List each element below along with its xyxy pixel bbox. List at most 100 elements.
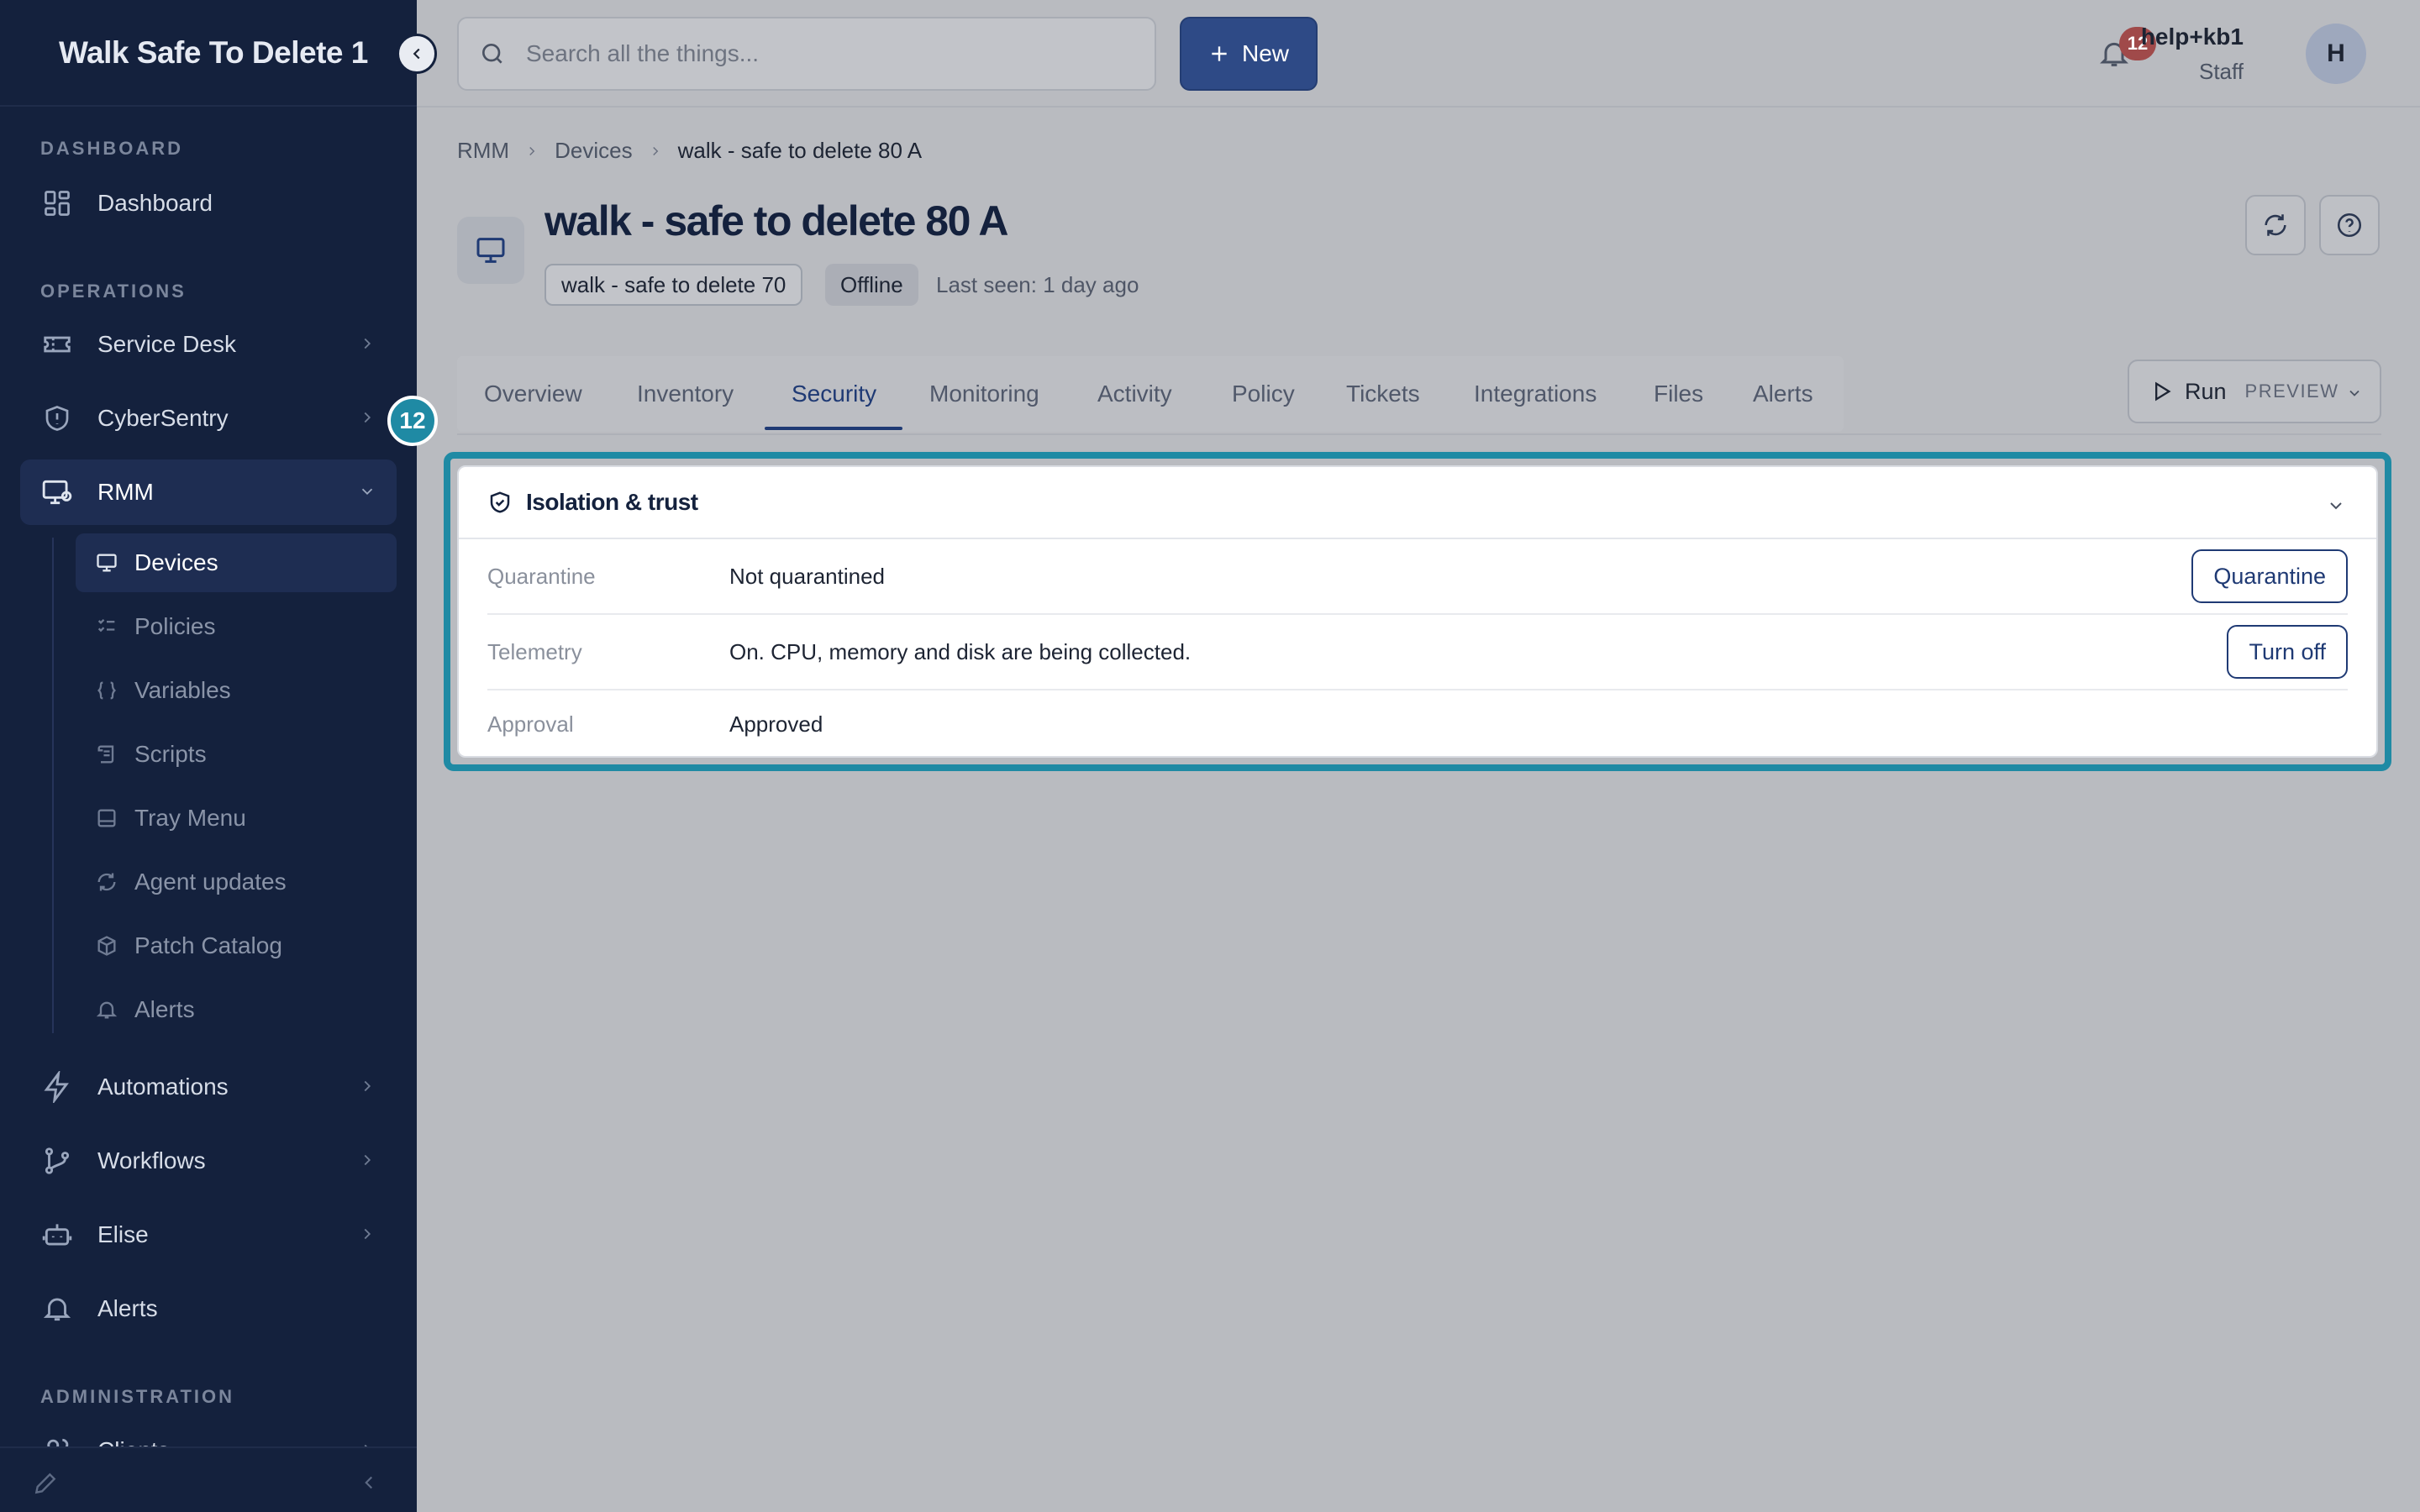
tab-security[interactable]: Security — [765, 356, 903, 432]
scroll-icon — [94, 742, 119, 767]
sidebar-subitem-label: Tray Menu — [134, 805, 246, 831]
tab-bar: Overview Inventory Security Monitoring A… — [457, 356, 1844, 432]
sidebar-subitem-tray-menu[interactable]: Tray Menu — [76, 789, 397, 848]
help-button[interactable] — [2319, 195, 2380, 255]
chevron-right-icon — [358, 1225, 376, 1243]
tab-activity[interactable]: Activity — [1071, 356, 1199, 432]
new-button[interactable]: New — [1180, 17, 1318, 91]
avatar[interactable]: H — [2306, 24, 2366, 84]
lightning-icon — [40, 1070, 74, 1104]
sidebar-item-label: Alerts — [97, 1295, 158, 1321]
chevron-right-icon — [358, 334, 376, 353]
workspace-name: Walk Safe To Delete 1 — [59, 34, 368, 70]
pencil-icon[interactable] — [32, 1470, 59, 1497]
plus-icon — [1208, 43, 1230, 65]
tab-alerts[interactable]: Alerts — [1726, 356, 1840, 432]
monitor-icon — [474, 234, 508, 267]
monitor-settings-icon — [40, 475, 74, 509]
sidebar: Walk Safe To Delete 1 DASHBOARD Dashboar… — [0, 0, 417, 1512]
sidebar-item-label: CyberSentry — [97, 405, 229, 431]
submenu-guide — [52, 538, 54, 1033]
sidebar-subitem-agent-updates[interactable]: Agent updates — [76, 853, 397, 911]
braces-icon — [94, 678, 119, 703]
active-tab-indicator — [765, 427, 902, 430]
collapse-sidebar-icon[interactable] — [358, 1472, 380, 1494]
chevron-right-icon — [358, 1077, 376, 1095]
user-role: Staff — [2198, 59, 2244, 84]
bell-icon — [40, 1292, 74, 1326]
sidebar-subitem-label: Scripts — [134, 741, 207, 767]
device-type-icon — [457, 217, 524, 284]
new-button-label: New — [1241, 40, 1289, 66]
topbar: New 12 help+kb1 Staff H — [417, 0, 2420, 108]
sidebar-item-dashboard[interactable]: Dashboard — [20, 171, 397, 236]
breadcrumb: RMM Devices walk - safe to delete 80 A — [457, 138, 922, 164]
checklist-icon — [94, 614, 119, 639]
tab-tickets[interactable]: Tickets — [1319, 356, 1447, 432]
section-operations: OPERATIONS — [40, 281, 187, 302]
sidebar-footer — [0, 1446, 417, 1512]
tab-overview[interactable]: Overview — [457, 356, 609, 432]
last-seen-text: Last seen: 1 day ago — [936, 272, 1139, 297]
sidebar-subitem-devices[interactable]: Devices — [76, 533, 397, 592]
highlight-ring — [444, 452, 2391, 771]
package-icon — [94, 933, 119, 958]
sidebar-subitem-label: Patch Catalog — [134, 932, 282, 958]
play-icon — [2149, 380, 2173, 403]
tab-integrations[interactable]: Integrations — [1447, 356, 1623, 432]
sidebar-subitem-alerts[interactable]: Alerts — [76, 980, 397, 1039]
grid-icon — [40, 186, 74, 220]
sidebar-subitem-label: Policies — [134, 613, 216, 639]
sidebar-toggle-button[interactable] — [397, 34, 437, 74]
sidebar-subitem-patch-catalog[interactable]: Patch Catalog — [76, 916, 397, 975]
sidebar-subitem-label: Variables — [134, 677, 231, 703]
tab-policy[interactable]: Policy — [1205, 356, 1322, 432]
breadcrumb-devices[interactable]: Devices — [555, 138, 632, 164]
section-dashboard: DASHBOARD — [40, 138, 183, 159]
chevron-right-icon — [648, 144, 663, 159]
step-marker: 12 — [387, 396, 438, 446]
search-input[interactable] — [526, 40, 1114, 67]
bell-icon — [94, 997, 119, 1022]
status-badge: Offline — [825, 264, 918, 306]
monitor-icon — [94, 550, 119, 575]
sidebar-item-label: Workflows — [97, 1147, 206, 1173]
sidebar-item-label: Elise — [97, 1221, 149, 1247]
sidebar-item-service-desk[interactable]: Service Desk — [20, 312, 397, 377]
chevron-left-icon — [408, 45, 426, 63]
preview-badge: PREVIEW — [2244, 381, 2339, 402]
sidebar-item-cybersentry[interactable]: CyberSentry — [20, 386, 397, 451]
chevron-right-icon — [358, 1151, 376, 1169]
sidebar-item-rmm[interactable]: RMM — [20, 459, 397, 525]
sidebar-subitem-scripts[interactable]: Scripts — [76, 725, 397, 784]
sidebar-subitem-label: Devices — [134, 549, 218, 575]
chevron-down-icon — [358, 482, 376, 501]
sidebar-subitem-label: Alerts — [134, 996, 195, 1022]
chevron-down-icon[interactable] — [2346, 385, 2363, 402]
user-name: help+kb1 — [2140, 24, 2244, 50]
tab-files[interactable]: Files — [1627, 356, 1730, 432]
ticket-icon — [40, 328, 74, 361]
refresh-button[interactable] — [2245, 195, 2306, 255]
search-box[interactable] — [457, 17, 1156, 91]
breadcrumb-current: walk - safe to delete 80 A — [677, 138, 923, 163]
tray-icon — [94, 806, 119, 831]
refresh-icon — [2261, 211, 2290, 239]
sidebar-item-label: Dashboard — [97, 190, 213, 216]
chevron-right-icon — [524, 144, 539, 159]
sidebar-subitem-variables[interactable]: Variables — [76, 661, 397, 720]
sidebar-subitem-policies[interactable]: Policies — [76, 597, 397, 656]
robot-icon — [40, 1218, 74, 1252]
sidebar-item-label: Automations — [97, 1074, 229, 1100]
breadcrumb-rmm[interactable]: RMM — [457, 138, 509, 164]
search-icon — [479, 40, 506, 67]
sidebar-item-alerts[interactable]: Alerts — [20, 1276, 397, 1341]
sidebar-item-automations[interactable]: Automations — [20, 1054, 397, 1120]
sidebar-item-elise[interactable]: Elise — [20, 1202, 397, 1268]
page-title: walk - safe to delete 80 A — [544, 197, 1009, 244]
refresh-icon — [94, 869, 119, 895]
run-button[interactable]: Run PREVIEW — [2128, 360, 2381, 423]
tab-inventory[interactable]: Inventory — [610, 356, 760, 432]
tab-monitoring[interactable]: Monitoring — [902, 356, 1066, 432]
sidebar-item-workflows[interactable]: Workflows — [20, 1128, 397, 1194]
